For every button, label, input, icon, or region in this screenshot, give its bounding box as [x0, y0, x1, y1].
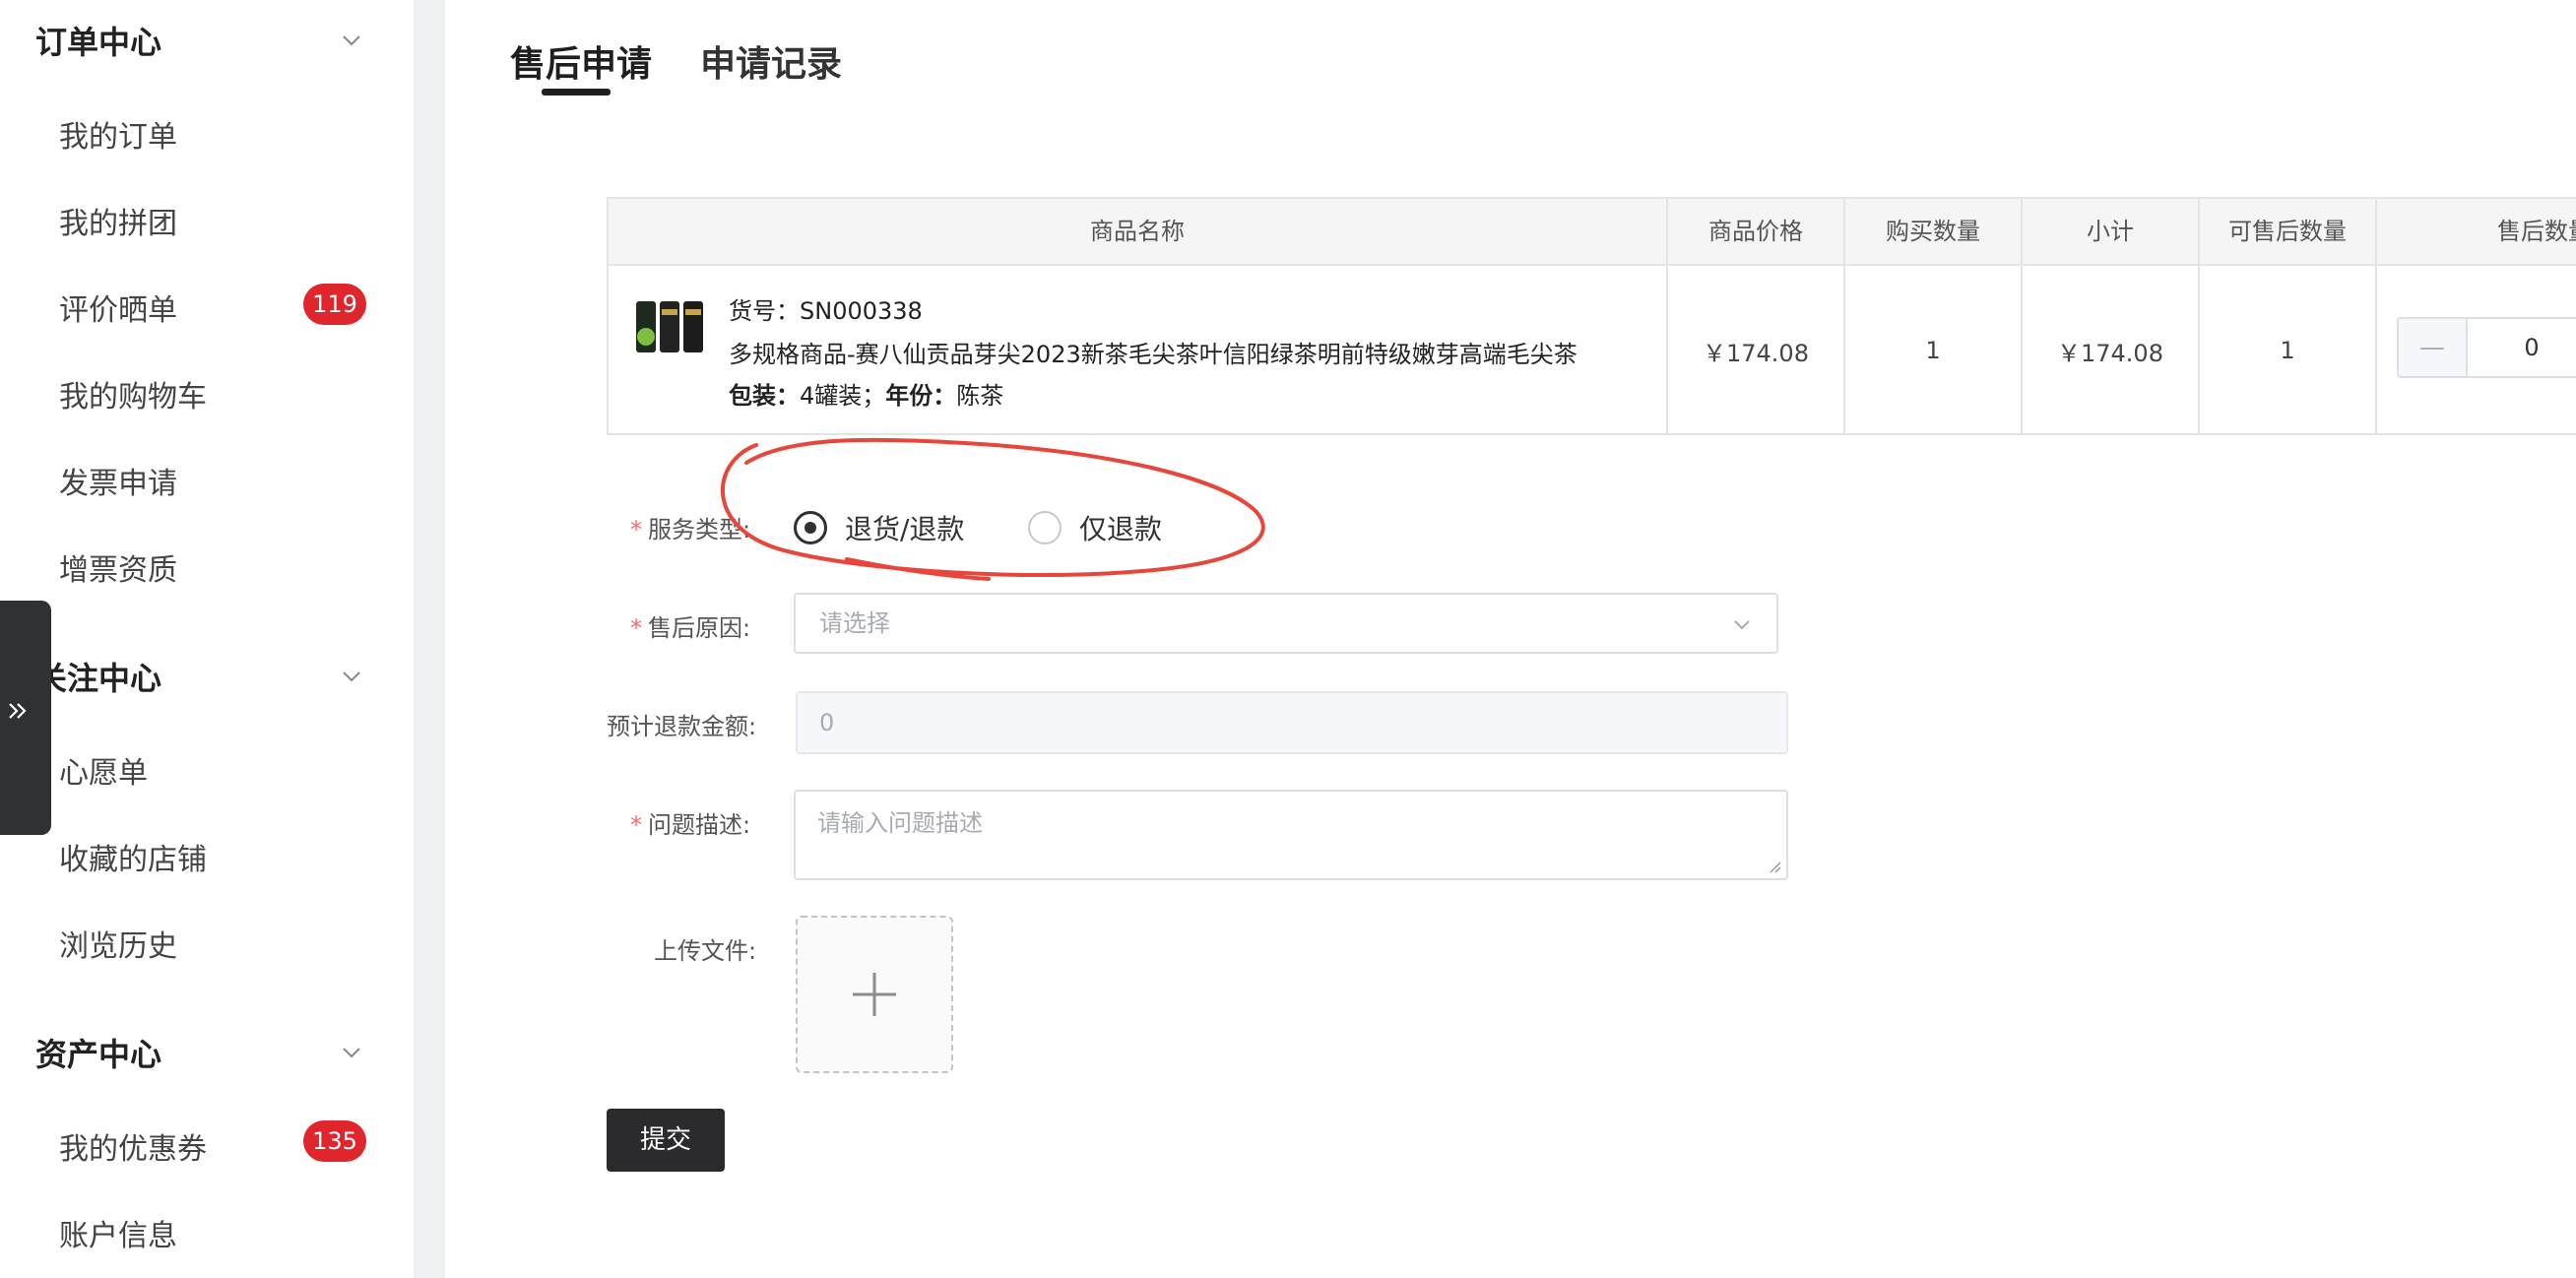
- chevron-down-icon[interactable]: [341, 1042, 362, 1063]
- table-header: 商品名称 商品价格 购买数量 小计 可售后数量 售后数量: [609, 199, 2576, 266]
- sidebar-item-coupons[interactable]: 我的优惠券: [59, 1124, 207, 1168]
- col-after-saleable-qty: 可售后数量: [2200, 199, 2377, 264]
- description-placeholder: 请输入问题描述: [817, 809, 983, 837]
- active-tab-indicator: [542, 89, 611, 96]
- description-label: * 问题描述:: [630, 811, 751, 839]
- decrease-button[interactable]: —: [2399, 319, 2468, 376]
- coupons-count-badge: 135: [303, 1120, 366, 1162]
- col-subtotal: 小计: [2023, 199, 2200, 264]
- col-buy-qty: 购买数量: [1845, 199, 2023, 264]
- tab-after-sale-apply[interactable]: 售后申请: [510, 35, 652, 87]
- chevron-down-icon[interactable]: [341, 666, 362, 687]
- reason-placeholder: 请选择: [819, 609, 890, 637]
- description-textarea[interactable]: 请输入问题描述: [794, 790, 1788, 880]
- service-type-label: * 服务类型:: [630, 516, 751, 543]
- refund-amount-label: 预计退款金额:: [607, 713, 757, 740]
- col-after-sale-qty: 售后数量: [2377, 199, 2576, 264]
- radio-checked-icon[interactable]: [794, 511, 827, 544]
- sidebar-item-vat-qualification[interactable]: 增票资质: [59, 545, 177, 589]
- sidebar-item-wishlist[interactable]: 心愿单: [59, 748, 148, 792]
- sidebar-item-cart[interactable]: 我的购物车: [59, 372, 207, 415]
- refund-amount-input: 0: [796, 691, 1788, 754]
- product-name: 多规格商品-赛八仙贡品芽尖2023新茶毛尖茶叶信阳绿茶明前特级嫩芽高端毛尖茶: [729, 341, 1578, 368]
- sidebar-toggle-button[interactable]: [0, 601, 51, 835]
- group-title-follow-center[interactable]: 关注中心: [35, 654, 161, 699]
- cell-price: ￥174.08: [1668, 266, 1845, 435]
- after-sale-qty-stepper[interactable]: — 0: [2397, 317, 2576, 378]
- sidebar: 订单中心 我的订单 我的拼团 评价晒单 119 我的购物车 发票申请 增票资质 …: [0, 0, 414, 1278]
- col-price: 商品价格: [1668, 199, 1845, 264]
- upload-label: 上传文件:: [654, 937, 757, 965]
- sidebar-divider: [414, 0, 445, 1278]
- product-table: 商品名称 商品价格 购买数量 小计 可售后数量 售后数量 货号：SN000338…: [607, 197, 2576, 435]
- product-specs: 包装：4罐装；年份：陈茶: [729, 382, 1004, 410]
- radio-unchecked-icon[interactable]: [1028, 511, 1062, 544]
- upload-file-button[interactable]: [796, 916, 953, 1073]
- reason-label: * 售后原因:: [630, 614, 751, 642]
- cell-after-saleable-qty: 1: [2200, 266, 2377, 435]
- group-title-asset-center[interactable]: 资产中心: [35, 1030, 161, 1075]
- submit-button[interactable]: 提交: [607, 1109, 725, 1172]
- sidebar-item-reviews[interactable]: 评价晒单: [59, 286, 177, 329]
- sidebar-item-history[interactable]: 浏览历史: [59, 922, 177, 965]
- chevron-down-icon: [1734, 620, 1750, 630]
- sidebar-item-my-orders[interactable]: 我的订单: [59, 112, 177, 156]
- sidebar-item-my-group-buy[interactable]: 我的拼团: [59, 199, 177, 242]
- radio-refund-only[interactable]: 仅退款: [1028, 508, 1162, 547]
- sidebar-item-account-info[interactable]: 账户信息: [59, 1211, 177, 1254]
- plus-icon: [853, 973, 896, 1016]
- tab-apply-records[interactable]: 申请记录: [700, 35, 842, 87]
- sidebar-item-favorite-shops[interactable]: 收藏的店铺: [59, 835, 207, 878]
- col-product-name: 商品名称: [609, 199, 1668, 264]
- sidebar-item-invoice[interactable]: 发票申请: [59, 459, 177, 502]
- table-row: 货号：SN000338 多规格商品-赛八仙贡品芽尖2023新茶毛尖茶叶信阳绿茶明…: [609, 266, 1668, 435]
- group-title-order-center[interactable]: 订单中心: [35, 18, 161, 63]
- cell-buy-qty: 1: [1845, 266, 2023, 435]
- double-chevron-right-icon: [9, 703, 27, 719]
- chevron-down-icon[interactable]: [341, 30, 362, 51]
- product-sku: 货号：SN000338: [729, 297, 923, 325]
- reason-select[interactable]: 请选择: [794, 593, 1778, 654]
- radio-refund-only-label: 仅退款: [1079, 513, 1163, 545]
- after-sale-qty-value[interactable]: 0: [2468, 319, 2576, 376]
- product-thumbnail: [636, 301, 703, 352]
- resize-handle-icon[interactable]: [1769, 861, 1782, 874]
- cell-subtotal: ￥174.08: [2023, 266, 2200, 435]
- radio-return-refund-label: 退货/退款: [845, 513, 965, 545]
- radio-return-refund[interactable]: 退货/退款: [794, 508, 964, 547]
- reviews-count-badge: 119: [303, 284, 366, 325]
